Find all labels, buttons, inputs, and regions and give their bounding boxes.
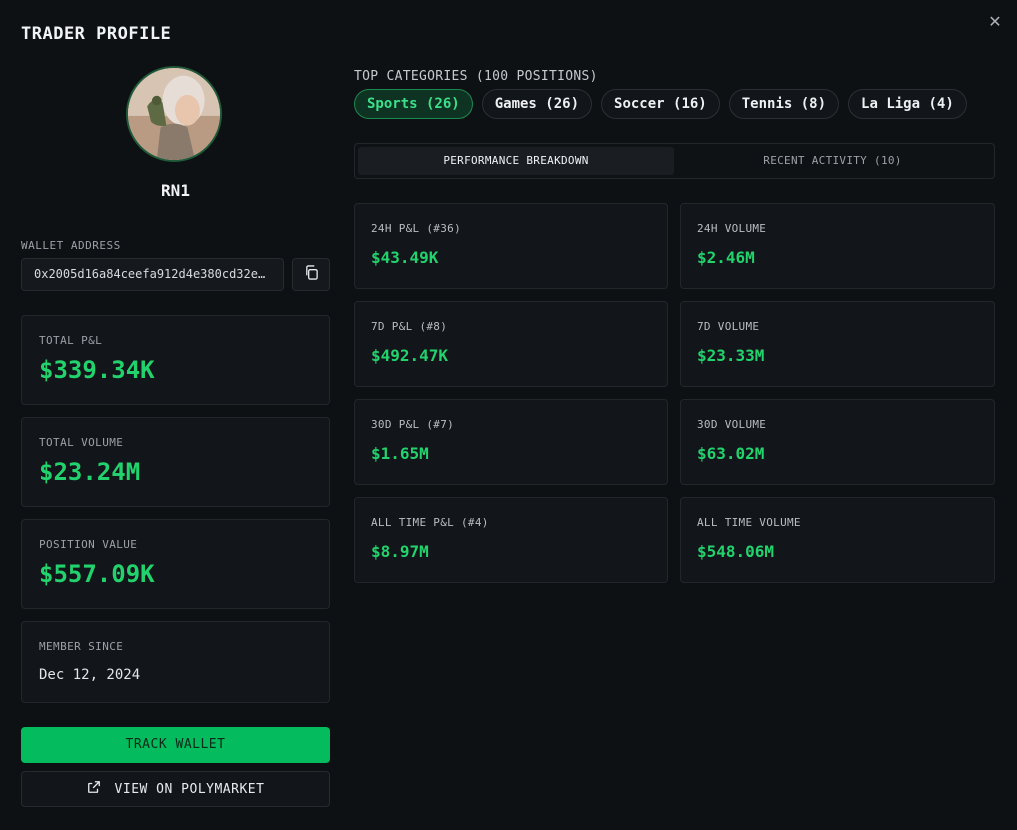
tab-performance-breakdown[interactable]: PERFORMANCE BREAKDOWN [358, 147, 674, 175]
track-wallet-button[interactable]: TRACK WALLET [21, 727, 330, 763]
perf-card-all-time-volume: ALL TIME VOLUME $548.06M [680, 497, 995, 583]
trader-profile-modal: TRADER PROFILE ✕ RN1 WALLET ADDRESS 0x20… [0, 0, 1017, 830]
view-on-polymarket-label: VIEW ON POLYMARKET [114, 781, 265, 797]
position-value-label: POSITION VALUE [39, 538, 138, 551]
perf-card-7d-volume: 7D VOLUME $23.33M [680, 301, 995, 387]
category-chip-sports[interactable]: Sports (26) [354, 89, 473, 119]
perf-card-24h-volume: 24H VOLUME $2.46M [680, 203, 995, 289]
perf-value: $23.33M [697, 346, 765, 365]
perf-value: $63.02M [697, 444, 765, 463]
member-since-value: Dec 12, 2024 [39, 667, 141, 683]
avatar [126, 66, 222, 162]
total-pnl-value: $339.34K [39, 356, 155, 384]
position-value-value: $557.09K [39, 560, 155, 588]
category-chip-tennis[interactable]: Tennis (8) [728, 89, 840, 119]
perf-card-30d-volume: 30D VOLUME $63.02M [680, 399, 995, 485]
tab-bar: PERFORMANCE BREAKDOWN RECENT ACTIVITY (1… [354, 143, 995, 179]
total-volume-label: TOTAL VOLUME [39, 436, 124, 449]
modal-title: TRADER PROFILE [21, 24, 172, 44]
perf-label: 24H P&L (#36) [371, 222, 461, 235]
perf-value: $2.46M [697, 248, 755, 267]
category-chips: Sports (26) Games (26) Soccer (16) Tenni… [354, 89, 967, 119]
perf-value: $1.65M [371, 444, 429, 463]
perf-value: $548.06M [697, 542, 775, 561]
wallet-address-label: WALLET ADDRESS [21, 239, 121, 252]
perf-label: 24H VOLUME [697, 222, 767, 235]
perf-label: 7D P&L (#8) [371, 320, 448, 333]
total-volume-card: TOTAL VOLUME $23.24M [21, 417, 330, 507]
position-value-card: POSITION VALUE $557.09K [21, 519, 330, 609]
total-pnl-card: TOTAL P&L $339.34K [21, 315, 330, 405]
perf-label: 30D VOLUME [697, 418, 767, 431]
perf-label: ALL TIME VOLUME [697, 516, 801, 529]
tab-recent-activity[interactable]: RECENT ACTIVITY (10) [674, 147, 991, 175]
perf-label: 30D P&L (#7) [371, 418, 455, 431]
category-chip-soccer[interactable]: Soccer (16) [601, 89, 720, 119]
top-categories-label: TOP CATEGORIES (100 POSITIONS) [354, 69, 598, 84]
perf-label: ALL TIME P&L (#4) [371, 516, 489, 529]
total-pnl-label: TOTAL P&L [39, 334, 103, 347]
external-link-icon [87, 780, 101, 798]
category-chip-games[interactable]: Games (26) [481, 89, 593, 119]
total-volume-value: $23.24M [39, 458, 141, 486]
perf-card-30d-pnl: 30D P&L (#7) $1.65M [354, 399, 668, 485]
member-since-label: MEMBER SINCE [39, 640, 124, 653]
perf-card-7d-pnl: 7D P&L (#8) $492.47K [354, 301, 668, 387]
perf-value: $8.97M [371, 542, 429, 561]
copy-button[interactable] [292, 258, 330, 291]
view-on-polymarket-button[interactable]: VIEW ON POLYMARKET [21, 771, 330, 807]
copy-icon [304, 265, 319, 284]
category-chip-la-liga[interactable]: La Liga (4) [848, 89, 967, 119]
perf-label: 7D VOLUME [697, 320, 760, 333]
member-since-card: MEMBER SINCE Dec 12, 2024 [21, 621, 330, 703]
perf-card-all-time-pnl: ALL TIME P&L (#4) $8.97M [354, 497, 668, 583]
perf-value: $43.49K [371, 248, 439, 267]
username: RN1 [161, 181, 190, 200]
close-icon[interactable]: ✕ [985, 12, 1005, 32]
perf-card-24h-pnl: 24H P&L (#36) $43.49K [354, 203, 668, 289]
perf-value: $492.47K [371, 346, 449, 365]
wallet-address-field[interactable]: 0x2005d16a84ceefa912d4e380cd32e… [21, 258, 284, 291]
